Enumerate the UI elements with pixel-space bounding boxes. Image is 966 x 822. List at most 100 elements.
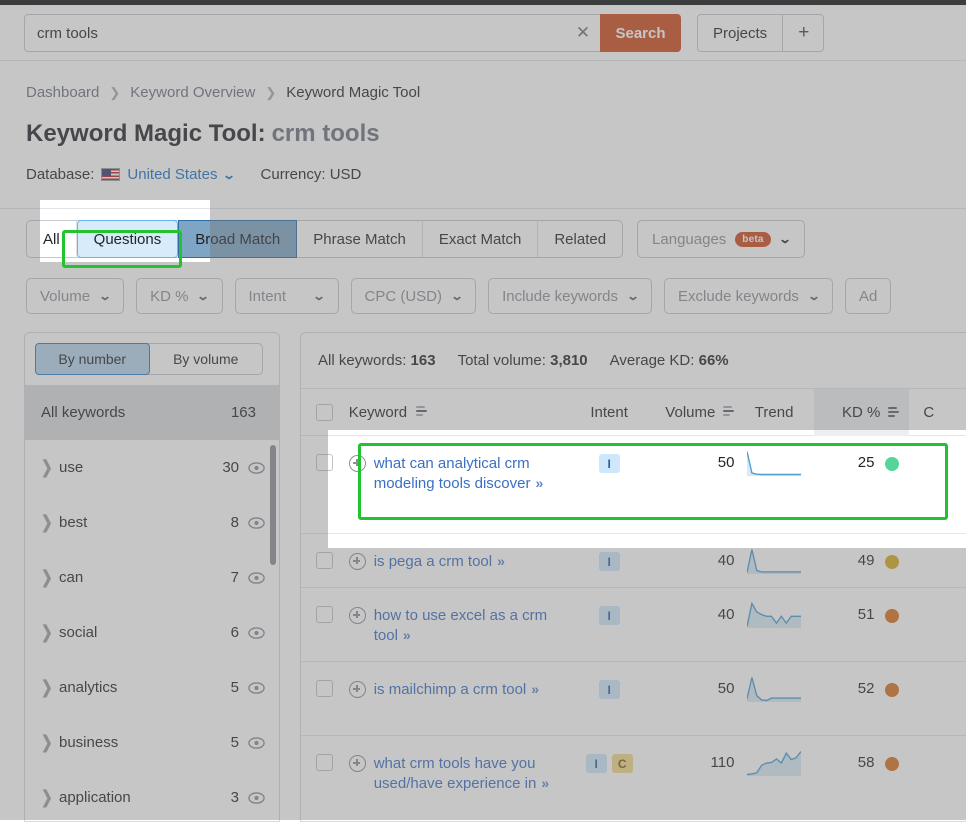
row-checkbox-cell[interactable] bbox=[328, 534, 349, 548]
filter-kd[interactable]: KD % ⌄ bbox=[136, 278, 222, 314]
keyword-link[interactable]: what crm tools have you used/have experi… bbox=[374, 754, 570, 793]
clear-icon[interactable]: ✕ bbox=[566, 15, 600, 51]
sidebar-item-social[interactable]: ❯social6 bbox=[25, 605, 279, 660]
eye-icon[interactable] bbox=[248, 627, 265, 639]
keyword-link[interactable]: how to use excel as a crm tool» bbox=[374, 606, 570, 645]
checkbox-row[interactable] bbox=[328, 454, 333, 471]
chevron-right-icon[interactable]: ❯ bbox=[41, 512, 59, 533]
row-checkbox-cell[interactable] bbox=[301, 736, 349, 822]
column-header-volume[interactable]: Volume bbox=[643, 430, 734, 436]
column-header-keyword[interactable]: Keyword bbox=[349, 430, 576, 436]
add-keyword-icon[interactable] bbox=[349, 681, 366, 698]
chevron-right-icon[interactable]: ❯ bbox=[41, 732, 59, 753]
segment-by-number[interactable]: By number bbox=[35, 343, 150, 375]
table-row[interactable]: is pega a crm tool»I4049 bbox=[328, 534, 966, 548]
chevron-right-icon[interactable]: ❯ bbox=[41, 622, 59, 643]
sidebar-item-use[interactable]: ❯use30 bbox=[25, 440, 279, 495]
table-row[interactable]: how to use excel as a crm tool»I4051 bbox=[301, 588, 966, 662]
filter-cpc[interactable]: CPC (USD) ⌄ bbox=[351, 278, 477, 314]
add-keyword-icon[interactable] bbox=[349, 607, 366, 624]
breadcrumb-item-dashboard[interactable]: Dashboard bbox=[26, 84, 99, 101]
table-row[interactable]: what can analytical crm modeling tools d… bbox=[328, 436, 966, 534]
chevron-right-icon[interactable]: ❯ bbox=[41, 567, 59, 588]
database-value[interactable]: United States bbox=[127, 166, 217, 183]
chevron-right-icon[interactable]: ❯ bbox=[41, 677, 59, 698]
sidebar-item-all-keywords[interactable]: All keywords 163 bbox=[25, 385, 279, 440]
filter-exclude-keywords[interactable]: Exclude keywords ⌄ bbox=[664, 278, 833, 314]
tab-phrase-match[interactable]: Phrase Match bbox=[297, 221, 423, 257]
tab-broad-match[interactable]: Broad Match bbox=[178, 220, 210, 258]
languages-button[interactable]: Languages beta ⌄ bbox=[637, 220, 805, 258]
column-header-keyword[interactable]: Keyword bbox=[349, 389, 576, 436]
sort-icon[interactable] bbox=[723, 406, 734, 418]
serp-icon[interactable]: » bbox=[497, 553, 504, 569]
eye-icon[interactable] bbox=[248, 462, 265, 474]
filter-volume[interactable]: Volume ⌄ bbox=[26, 278, 124, 314]
add-keyword-icon[interactable] bbox=[349, 455, 366, 472]
column-header-cpc[interactable]: C bbox=[909, 389, 966, 436]
add-keyword-icon[interactable] bbox=[349, 755, 366, 772]
sort-icon[interactable] bbox=[888, 407, 899, 419]
keyword-link[interactable]: what can analytical crm modeling tools d… bbox=[374, 454, 570, 493]
column-header-intent[interactable]: Intent bbox=[575, 430, 643, 436]
add-keyword-icon[interactable] bbox=[349, 553, 366, 570]
eye-icon[interactable] bbox=[248, 572, 265, 584]
keyword-link[interactable]: is pega a crm tool» bbox=[374, 552, 504, 572]
tab-questions[interactable]: Questions bbox=[77, 220, 179, 258]
sidebar-item-can[interactable]: ❯can7 bbox=[25, 550, 279, 605]
eye-icon[interactable] bbox=[248, 517, 265, 529]
intent-badge-i[interactable]: I bbox=[586, 754, 607, 773]
checkbox-row[interactable] bbox=[316, 552, 333, 569]
chevron-right-icon[interactable]: ❯ bbox=[41, 787, 59, 808]
intent-badge-i[interactable]: I bbox=[599, 606, 620, 625]
intent-badge-i[interactable]: I bbox=[599, 454, 620, 473]
sidebar-item-application[interactable]: ❯application3 bbox=[25, 770, 279, 822]
header-select-all[interactable] bbox=[301, 389, 349, 436]
add-project-button[interactable]: + bbox=[783, 15, 823, 51]
table-row[interactable]: what crm tools have you used/have experi… bbox=[301, 736, 966, 822]
sidebar-item-business[interactable]: ❯business5 bbox=[25, 715, 279, 770]
breadcrumb-item-keyword-overview[interactable]: Keyword Overview bbox=[130, 84, 255, 101]
search-input[interactable] bbox=[25, 15, 566, 51]
intent-badge-c[interactable]: C bbox=[612, 754, 633, 773]
tab-related[interactable]: Related bbox=[538, 221, 622, 257]
intent-badge-i[interactable]: I bbox=[599, 552, 620, 571]
checkbox-row[interactable] bbox=[316, 606, 333, 623]
database-selector[interactable]: Database: United States ⌄ bbox=[26, 166, 235, 183]
column-header-volume[interactable]: Volume bbox=[643, 389, 734, 436]
sort-icon[interactable] bbox=[416, 406, 427, 418]
filter-advanced[interactable]: Ad bbox=[845, 278, 891, 314]
serp-icon[interactable]: » bbox=[535, 475, 542, 491]
checkbox-row[interactable] bbox=[316, 680, 333, 697]
eye-icon[interactable] bbox=[248, 682, 265, 694]
column-header-trend[interactable]: Trend bbox=[734, 389, 814, 436]
tab-all[interactable]: All bbox=[40, 221, 77, 257]
sidebar-item-analytics[interactable]: ❯analytics5 bbox=[25, 660, 279, 715]
sidebar-scrollbar-thumb[interactable] bbox=[270, 445, 276, 565]
serp-icon[interactable]: » bbox=[541, 775, 548, 791]
filter-include-keywords[interactable]: Include keywords ⌄ bbox=[488, 278, 652, 314]
serp-icon[interactable]: » bbox=[403, 627, 410, 643]
row-checkbox-cell[interactable] bbox=[301, 588, 349, 661]
chevron-down-icon[interactable]: ⌄ bbox=[223, 168, 237, 182]
column-header-kd[interactable]: KD % bbox=[814, 389, 909, 436]
search-button[interactable]: Search bbox=[600, 14, 681, 52]
checkbox-select-all[interactable] bbox=[316, 404, 333, 421]
sidebar-item-best[interactable]: ❯best8 bbox=[25, 495, 279, 550]
column-header-trend[interactable]: Trend bbox=[734, 430, 814, 436]
eye-icon[interactable] bbox=[248, 792, 265, 804]
eye-icon[interactable] bbox=[248, 737, 265, 749]
filter-intent[interactable]: Intent ⌄ bbox=[235, 278, 339, 314]
chevron-right-icon[interactable]: ❯ bbox=[41, 457, 59, 478]
intent-badge-i[interactable]: I bbox=[599, 680, 620, 699]
row-checkbox-cell[interactable] bbox=[328, 436, 349, 533]
keyword-link[interactable]: is mailchimp a crm tool» bbox=[374, 680, 538, 700]
row-checkbox-cell[interactable] bbox=[301, 662, 349, 735]
table-row[interactable]: is mailchimp a crm tool»I5052 bbox=[301, 662, 966, 736]
column-header-cpc[interactable]: C bbox=[909, 430, 966, 436]
projects-button[interactable]: Projects bbox=[698, 15, 782, 51]
segment-by-volume[interactable]: By volume bbox=[150, 344, 263, 374]
serp-icon[interactable]: » bbox=[531, 681, 538, 697]
column-header-intent[interactable]: Intent bbox=[575, 389, 643, 436]
header-select-all[interactable] bbox=[328, 430, 349, 436]
